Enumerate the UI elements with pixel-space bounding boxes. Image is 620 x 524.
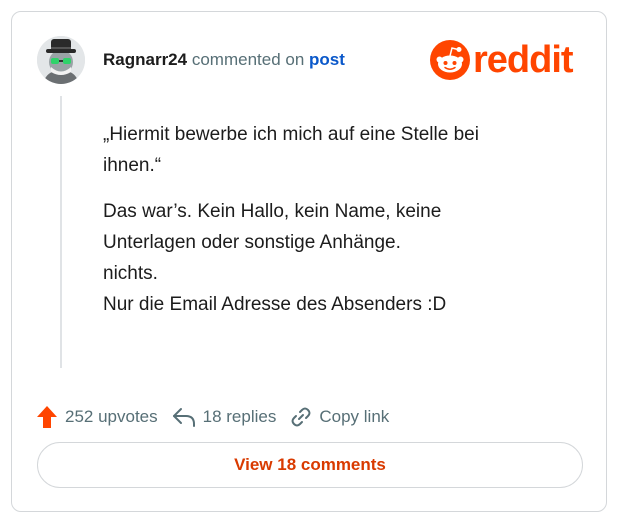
- upvote-count: 252 upvotes: [65, 407, 158, 426]
- reddit-wordmark: reddit: [473, 39, 574, 81]
- reply-arrow-icon: [172, 408, 195, 427]
- copy-link-button[interactable]: Copy link: [290, 406, 389, 428]
- user-avatar[interactable]: [37, 36, 85, 84]
- reddit-logo[interactable]: reddit: [430, 39, 574, 81]
- comment-card: Ragnarr24 commented on post reddit „Hier…: [11, 11, 607, 512]
- comment-line: „Hiermit bewerbe ich mich auf eine Stell…: [103, 124, 479, 145]
- avatar-icon: [37, 36, 85, 84]
- thread-line[interactable]: [60, 96, 62, 368]
- view-comments-button[interactable]: View 18 comments: [37, 442, 583, 488]
- comment-line: Das war’s. Kein Hallo, kein Name, keine: [103, 201, 442, 222]
- replies-count: 18 replies: [202, 407, 277, 426]
- comment-body: „Hiermit bewerbe ich mich auf eine Stell…: [103, 119, 573, 335]
- link-icon: [291, 407, 311, 427]
- comment-line: ihnen.“: [103, 155, 162, 176]
- upvote-arrow-icon: [37, 406, 57, 428]
- comment-line: nichts.: [103, 263, 158, 284]
- comment-paragraph: Das war’s. Kein Hallo, kein Name, keine …: [103, 196, 573, 320]
- copy-link-label: Copy link: [319, 407, 390, 426]
- comment-actions: 252 upvotes 18 replies Copy link: [36, 402, 403, 432]
- post-link[interactable]: post: [309, 50, 345, 69]
- upvote-button[interactable]: 252 upvotes: [36, 405, 158, 429]
- comment-line: Nur die Email Adresse des Absenders :D: [103, 294, 447, 315]
- username[interactable]: Ragnarr24: [103, 50, 187, 69]
- commented-on-text: commented on: [191, 50, 305, 69]
- replies-button[interactable]: 18 replies: [172, 406, 277, 428]
- comment-header: Ragnarr24 commented on post: [103, 50, 345, 70]
- comment-paragraph: „Hiermit bewerbe ich mich auf eine Stell…: [103, 119, 573, 181]
- reddit-snoo-icon: [430, 40, 470, 80]
- comment-line: Unterlagen oder sonstige Anhänge.: [103, 232, 401, 253]
